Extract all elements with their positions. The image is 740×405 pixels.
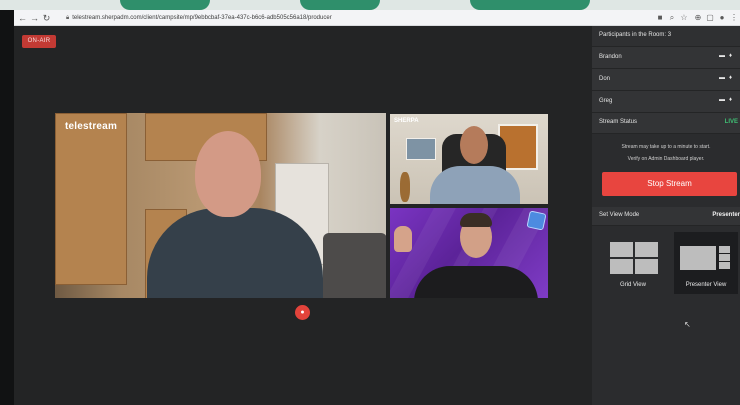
forward-icon[interactable]: →: [30, 13, 39, 23]
sherpa-logo: SHERPA: [394, 118, 419, 124]
presenter-view-label: Presenter View: [685, 282, 727, 288]
menu-icon[interactable]: ⋮: [730, 13, 738, 22]
lock-icon: 🔒︎: [66, 15, 70, 21]
window-icon[interactable]: ▢: [706, 13, 714, 22]
live-status-badge: LIVE: [724, 119, 738, 125]
profile-icon[interactable]: ●: [718, 13, 726, 22]
background-strip: [0, 0, 740, 10]
address-bar[interactable]: 🔒︎ telestream.sherpadm.com/client/campsit…: [66, 12, 486, 24]
stream-status-label: Stream Status: [599, 119, 638, 125]
telestream-logo: telestream: [65, 121, 118, 132]
view-mode-value: Presenter: [712, 212, 740, 218]
on-air-badge: ON-AIR: [22, 35, 56, 48]
mic-icon[interactable]: ♦: [729, 97, 736, 103]
participant-row[interactable]: Brandon ▬♦: [592, 47, 740, 69]
participant-name: Don: [599, 76, 611, 82]
main-video-tile[interactable]: telestream: [55, 113, 386, 298]
participant-video-tile-top[interactable]: SHERPA: [390, 114, 548, 204]
camera-icon[interactable]: ▬: [719, 53, 729, 59]
browser-toolbar: ← → ↻ 🔒︎ telestream.sherpadm.com/client/c…: [14, 10, 740, 26]
participant-name: Brandon: [599, 54, 622, 60]
camera-icon[interactable]: ■: [656, 13, 664, 22]
reload-icon[interactable]: ↻: [42, 13, 51, 23]
participant-row[interactable]: Greg ▬♦: [592, 91, 740, 113]
grid-view-icon: [610, 242, 658, 274]
extension-icon[interactable]: ⊕: [694, 13, 702, 22]
zoom-icon[interactable]: ⌕: [668, 13, 676, 22]
screen-bezel: [0, 10, 14, 405]
stop-stream-button[interactable]: Stop Stream: [602, 172, 737, 196]
mouse-cursor-icon: ↖: [684, 320, 691, 329]
view-mode-row: Set View Mode Presenter: [592, 207, 740, 226]
control-sidebar: Participants in the Room: 3 Brandon ▬♦ D…: [592, 26, 740, 405]
participants-count: 3: [667, 32, 672, 38]
record-button[interactable]: ●: [295, 305, 310, 320]
participant-name: Greg: [599, 98, 613, 104]
star-icon[interactable]: ☆: [680, 13, 688, 22]
camera-icon[interactable]: ▬: [719, 75, 729, 81]
back-icon[interactable]: ←: [18, 13, 27, 23]
mic-icon[interactable]: ♦: [729, 53, 736, 59]
participants-label: Participants in the Room: 3: [599, 32, 672, 38]
grid-view-option[interactable]: Grid View: [596, 232, 670, 294]
participants-header: Participants in the Room: 3: [592, 26, 740, 47]
grid-view-label: Grid View: [620, 282, 646, 288]
presenter-view-icon: [680, 246, 730, 270]
record-icon: ●: [300, 309, 305, 316]
url-text: telestream.sherpadm.com/client/campsite/…: [72, 15, 332, 21]
camera-icon[interactable]: ▬: [719, 97, 729, 103]
view-mode-label: Set View Mode: [599, 212, 640, 218]
verify-notice: Verify on Admin Dashboard player.: [627, 156, 705, 162]
mic-icon[interactable]: ♦: [729, 75, 736, 81]
cube-icon: [526, 210, 547, 231]
stream-status-row: Stream Status LIVE: [592, 113, 740, 134]
participant-video-tile-bottom[interactable]: [390, 208, 548, 298]
presenter-view-option[interactable]: Presenter View: [674, 232, 738, 294]
stream-notice: Stream may take up to a minute to start.: [621, 144, 711, 150]
participant-row[interactable]: Don ▬♦: [592, 69, 740, 91]
